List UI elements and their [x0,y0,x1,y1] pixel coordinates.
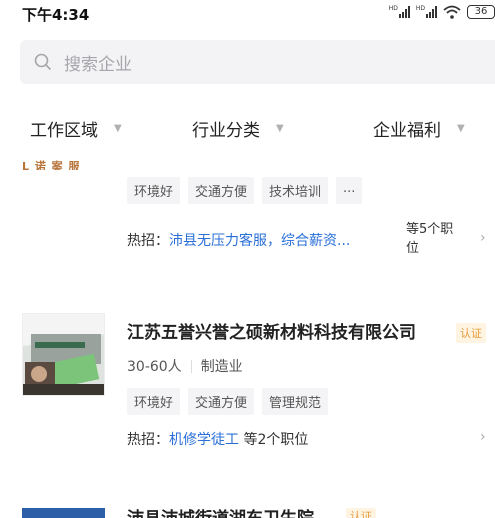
signal-icon: HD [389,6,410,18]
hot-jobs[interactable]: 热招：机修学徒工 等2个职位 [127,429,308,449]
company-tags: 环境好 交通方便 管理规范 [127,388,329,415]
filter-work-area[interactable]: 工作区域 ▼ [30,116,122,141]
more-jobs-count: 等5个职 位 [406,222,454,256]
hot-prefix: 热招： [127,432,169,448]
status-time: 下午4:34 [22,6,90,24]
caret-down-icon: ▼ [114,123,122,134]
search-input[interactable]: 搜索企业 [20,40,495,84]
company-logo [22,313,105,396]
caret-down-icon: ▼ [276,123,284,134]
wifi-icon [443,5,461,19]
tag: 交通方便 [188,177,255,204]
tag: ... [336,177,363,204]
tag: 交通方便 [188,388,255,415]
hot-jobs[interactable]: 热招：沛县无压力客服，综合薪资... [127,230,350,250]
verified-badge: 认证 [346,508,376,518]
search-placeholder: 搜索企业 [64,55,132,75]
caret-down-icon: ▼ [457,123,465,134]
company-logo-image [23,314,104,395]
company-logo: L 诺 案 服 [22,160,81,170]
filter-industry[interactable]: 行业分类 ▼ [192,116,284,141]
more-jobs-count: 等2个职位 [239,432,309,448]
tag: 环境好 [127,388,181,415]
filter-label: 企业福利 [373,121,441,141]
hot-job-link[interactable]: 机修学徒工 [169,432,239,448]
tag: 管理规范 [262,388,329,415]
chevron-right-icon[interactable]: › [480,429,486,445]
company-info: 30-60人 制造业 [127,356,243,376]
company-industry: 制造业 [200,359,243,375]
company-logo [22,508,105,518]
hot-job-link[interactable]: 沛县无压力客服，综合薪资... [169,233,350,249]
search-icon [34,53,52,71]
status-icons: HD HD 36 [389,5,495,19]
status-bar: 下午4:34 HD HD 36 [0,0,495,26]
company-name: 沛县沛城街道湖东卫生院 [127,504,314,518]
hot-prefix: 热招： [127,233,169,249]
chevron-right-icon[interactable]: › [480,230,486,246]
filter-bar: 工作区域 ▼ 行业分类 ▼ 企业福利 ▼ [0,108,495,148]
company-size: 30-60人 [127,359,182,375]
company-tags: 环境好 交通方便 技术培训 ... [127,177,363,204]
tag: 环境好 [127,177,181,204]
tag: 技术培训 [262,177,329,204]
signal-icon-2: HD [416,6,437,18]
filter-benefits[interactable]: 企业福利 ▼ [373,116,465,141]
filter-label: 行业分类 [192,121,260,141]
filter-label: 工作区域 [30,121,98,141]
verified-badge: 认证 [456,323,486,343]
battery-icon: 36 [467,5,495,19]
company-name: 江苏五誉兴誉之硕新材料科技有限公司 [127,323,416,343]
